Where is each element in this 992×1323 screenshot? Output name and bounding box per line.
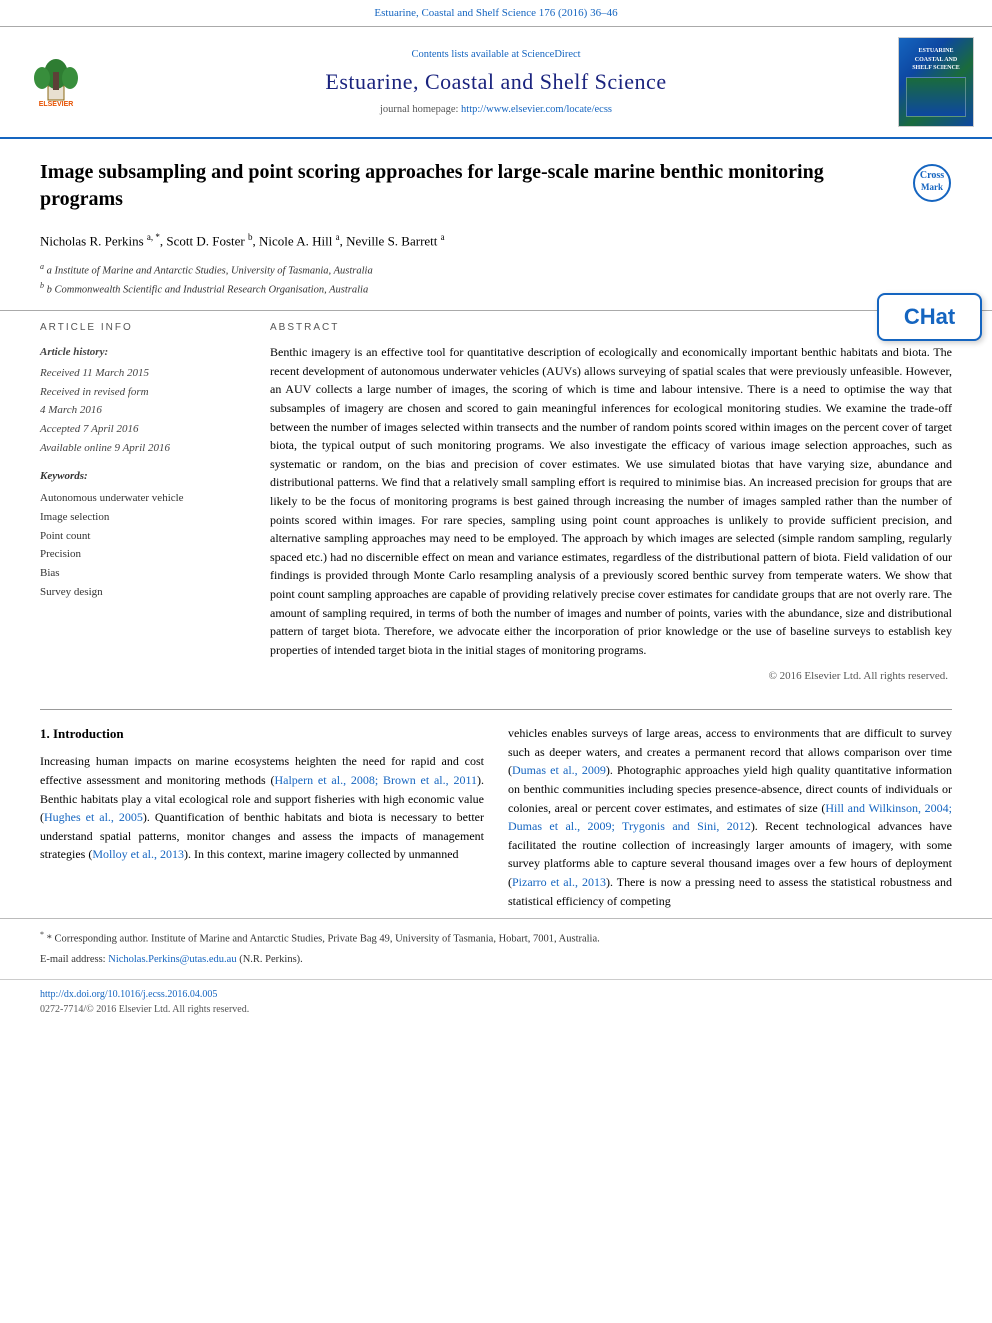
- footnote-email: E-mail address: Nicholas.Perkins@utas.ed…: [40, 952, 952, 969]
- authors-section: Nicholas R. Perkins a, *, Scott D. Foste…: [0, 225, 992, 255]
- affiliation-a: a a Institute of Marine and Antarctic St…: [40, 261, 952, 280]
- cover-line1: ESTUARINE: [906, 47, 966, 55]
- revised-date: 4 March 2016: [40, 401, 250, 420]
- keyword-5: Bias: [40, 564, 250, 583]
- elsevier-logo-container: ELSEVIER: [16, 37, 96, 127]
- received-revised-label: Received in revised form: [40, 383, 250, 402]
- affiliation-b: b b Commonwealth Scientific and Industri…: [40, 280, 952, 299]
- available-online-date: Available online 9 April 2016: [40, 439, 250, 458]
- footnotes-section: * * Corresponding author. Institute of M…: [0, 918, 992, 979]
- article-info-label: Article Info: [40, 321, 250, 336]
- keywords-block: Keywords: Autonomous underwater vehicle …: [40, 469, 250, 601]
- journal-cover-container: ESTUARINE COASTAL AND SHELF SCIENCE: [896, 37, 976, 127]
- keyword-6: Survey design: [40, 583, 250, 602]
- email-label: E-mail address:: [40, 954, 108, 965]
- journal-header: ELSEVIER Contents lists available at Sci…: [0, 27, 992, 139]
- keyword-3: Point count: [40, 527, 250, 546]
- introduction-left-column: 1. Introduction Increasing human impacts…: [40, 724, 484, 918]
- introduction-right-column: vehicles enables surveys of large areas,…: [508, 724, 952, 918]
- article-info-abstract-section: Article Info Article history: Received 1…: [0, 310, 992, 696]
- received-date: Received 11 March 2015: [40, 364, 250, 383]
- doi-link[interactable]: http://dx.doi.org/10.1016/j.ecss.2016.04…: [40, 989, 217, 1000]
- keyword-2: Image selection: [40, 508, 250, 527]
- top-bar: Estuarine, Coastal and Shelf Science 176…: [0, 0, 992, 27]
- main-content-section: 1. Introduction Increasing human impacts…: [0, 724, 992, 918]
- abstract-column: Abstract Benthic imagery is an effective…: [270, 321, 952, 686]
- cover-line3: SHELF SCIENCE: [906, 64, 966, 72]
- journal-citation: Estuarine, Coastal and Shelf Science 176…: [374, 7, 617, 19]
- copyright-line: © 2016 Elsevier Ltd. All rights reserved…: [270, 669, 952, 685]
- elsevier-logo-icon: ELSEVIER: [20, 56, 92, 108]
- keywords-list: Autonomous underwater vehicle Image sele…: [40, 489, 250, 601]
- accepted-date: Accepted 7 April 2016: [40, 420, 250, 439]
- affiliations-section: a a Institute of Marine and Antarctic St…: [0, 255, 992, 310]
- history-label: Article history:: [40, 343, 250, 362]
- email-link[interactable]: Nicholas.Perkins@utas.edu.au: [108, 954, 236, 965]
- cover-line2: COASTAL AND: [906, 56, 966, 64]
- journal-homepage: journal homepage: http://www.elsevier.co…: [380, 102, 612, 117]
- crossmark-badge[interactable]: Cross Mark: [912, 163, 952, 203]
- abstract-label: Abstract: [270, 321, 952, 336]
- keyword-1: Autonomous underwater vehicle: [40, 489, 250, 508]
- keyword-4: Precision: [40, 545, 250, 564]
- bottom-bar: http://dx.doi.org/10.1016/j.ecss.2016.04…: [0, 979, 992, 1021]
- abstract-text: Benthic imagery is an effective tool for…: [270, 343, 952, 659]
- doi-line: http://dx.doi.org/10.1016/j.ecss.2016.04…: [40, 988, 952, 1003]
- svg-text:ELSEVIER: ELSEVIER: [39, 101, 74, 108]
- chat-badge[interactable]: CHat: [877, 293, 982, 341]
- article-title-section: Image subsampling and point scoring appr…: [0, 139, 992, 225]
- homepage-link[interactable]: http://www.elsevier.com/locate/ecss: [461, 104, 612, 115]
- keywords-title: Keywords:: [40, 469, 250, 485]
- introduction-heading: 1. Introduction: [40, 724, 484, 744]
- footnote-star: * * Corresponding author. Institute of M…: [40, 929, 952, 948]
- section-divider: [40, 709, 952, 710]
- journal-cover-image: ESTUARINE COASTAL AND SHELF SCIENCE: [898, 37, 974, 127]
- intro-para-right-1: vehicles enables surveys of large areas,…: [508, 724, 952, 910]
- svg-text:Mark: Mark: [921, 182, 943, 192]
- svg-text:Cross: Cross: [920, 170, 944, 181]
- science-direct-text: Contents lists available at ScienceDirec…: [411, 47, 580, 62]
- issn-line: 0272-7714/© 2016 Elsevier Ltd. All right…: [40, 1003, 952, 1018]
- journal-title: Estuarine, Coastal and Shelf Science: [325, 66, 666, 98]
- journal-title-section: Contents lists available at ScienceDirec…: [108, 37, 884, 127]
- article-history: Article history: Received 11 March 2015 …: [40, 343, 250, 457]
- science-direct-link[interactable]: ScienceDirect: [522, 49, 581, 60]
- article-info-column: Article Info Article history: Received 1…: [40, 321, 250, 686]
- intro-para-left-1: Increasing human impacts on marine ecosy…: [40, 752, 484, 864]
- article-title: Image subsampling and point scoring appr…: [40, 159, 860, 213]
- chat-label: CHat: [904, 301, 955, 333]
- authors-line: Nicholas R. Perkins a, *, Scott D. Foste…: [40, 231, 952, 251]
